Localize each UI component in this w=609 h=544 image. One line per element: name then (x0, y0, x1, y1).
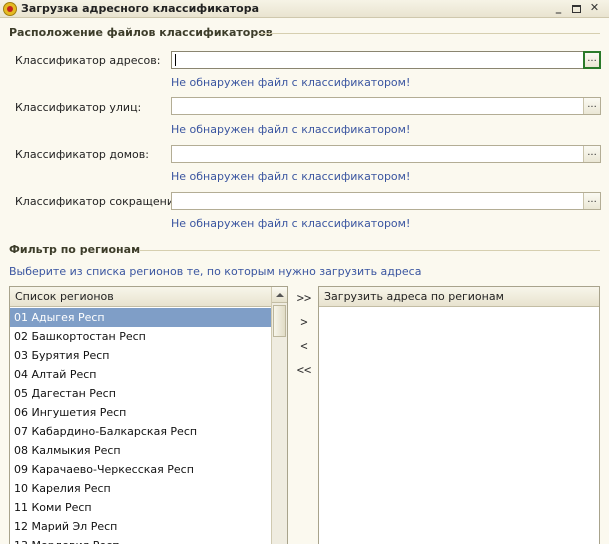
files-section-divider (258, 33, 600, 34)
list-item[interactable]: 13 Мордовия Респ (10, 536, 271, 544)
regions-list-header[interactable]: Список регионов (10, 287, 271, 307)
app-logo-icon (3, 2, 17, 16)
maximize-button[interactable] (569, 2, 584, 16)
list-item[interactable]: 01 Адыгея Респ (10, 308, 271, 327)
filter-section-title: Фильтр по регионам (9, 243, 141, 256)
list-item[interactable]: 05 Дагестан Респ (10, 384, 271, 403)
scroll-up-arrow-icon[interactable] (272, 287, 287, 303)
abbreviation-classifier-label: Классификатор сокращений: (15, 195, 185, 208)
list-item[interactable]: 09 Карачаево-Черкесская Респ (10, 460, 271, 479)
regions-list[interactable]: Список регионов 01 Адыгея Респ 02 Башкорт… (9, 286, 288, 544)
files-section-title: Расположение файлов классификаторов (9, 26, 273, 39)
add-region-button[interactable]: > (293, 313, 315, 331)
remove-region-button[interactable]: < (293, 337, 315, 355)
regions-scrollbar[interactable] (271, 287, 287, 544)
address-classifier-browse-button[interactable]: ... (583, 51, 601, 69)
address-classifier-label: Классификатор адресов: (15, 54, 161, 67)
minimize-button[interactable]: _ (551, 2, 566, 16)
regions-list-rows: 01 Адыгея Респ 02 Башкортостан Респ 03 Бур… (10, 308, 271, 544)
street-classifier-error: Не обнаружен файл с классификатором! (171, 123, 411, 136)
list-item[interactable]: 07 Кабардино-Балкарская Респ (10, 422, 271, 441)
scroll-thumb[interactable] (273, 305, 286, 337)
street-classifier-label: Классификатор улиц: (15, 101, 142, 114)
title-bar[interactable]: Загрузка адресного классификатора _ ✕ (0, 0, 609, 18)
selected-regions-header[interactable]: Загрузить адреса по регионам (319, 287, 599, 307)
list-item[interactable]: 04 Алтай Респ (10, 365, 271, 384)
remove-all-regions-button[interactable]: << (293, 361, 315, 379)
list-item[interactable]: 03 Бурятия Респ (10, 346, 271, 365)
address-classifier-window: Загрузка адресного классификатора _ ✕ Ра… (0, 0, 609, 544)
abbreviation-classifier-browse-button[interactable]: ... (583, 193, 600, 209)
list-item[interactable]: 08 Калмыкия Респ (10, 441, 271, 460)
list-item[interactable]: 11 Коми Респ (10, 498, 271, 517)
house-classifier-error: Не обнаружен файл с классификатором! (171, 170, 411, 183)
list-item[interactable]: 02 Башкортостан Респ (10, 327, 271, 346)
close-button[interactable]: ✕ (587, 2, 602, 16)
abbreviation-classifier-error: Не обнаружен файл с классификатором! (171, 217, 411, 230)
street-classifier-input[interactable]: ... (171, 97, 601, 115)
house-classifier-browse-button[interactable]: ... (583, 146, 600, 162)
filter-section-divider (140, 250, 600, 251)
selected-regions-list[interactable]: Загрузить адреса по регионам (318, 286, 600, 544)
house-classifier-input[interactable]: ... (171, 145, 601, 163)
maximize-icon (572, 5, 581, 13)
add-all-regions-button[interactable]: >> (293, 289, 315, 307)
text-caret (175, 54, 176, 66)
list-item[interactable]: 06 Ингушетия Респ (10, 403, 271, 422)
address-classifier-error: Не обнаружен файл с классификатором! (171, 76, 411, 89)
list-item[interactable]: 10 Карелия Респ (10, 479, 271, 498)
address-classifier-input[interactable]: ... (171, 51, 601, 69)
street-classifier-browse-button[interactable]: ... (583, 98, 600, 114)
window-title: Загрузка адресного классификатора (21, 2, 260, 15)
house-classifier-label: Классификатор домов: (15, 148, 149, 161)
abbreviation-classifier-input[interactable]: ... (171, 192, 601, 210)
list-item[interactable]: 12 Марий Эл Респ (10, 517, 271, 536)
filter-hint: Выберите из списка регионов те, по котор… (9, 265, 422, 278)
